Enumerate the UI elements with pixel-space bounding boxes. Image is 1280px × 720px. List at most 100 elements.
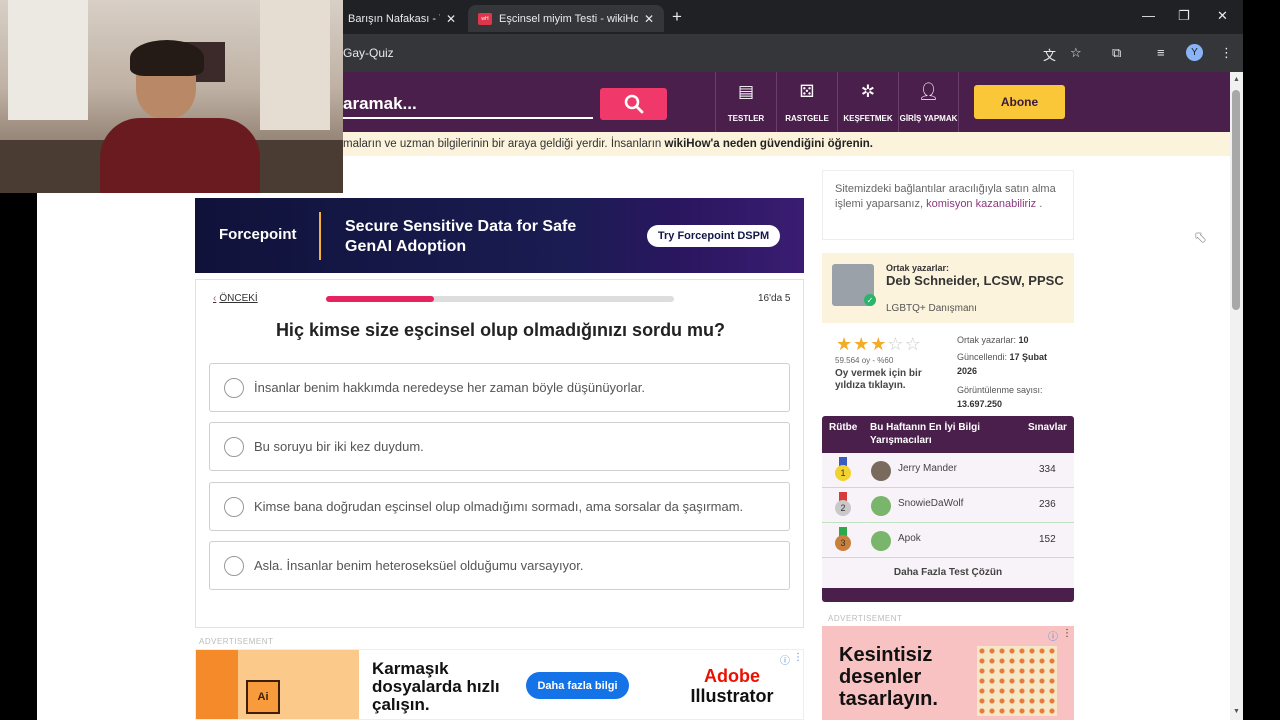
- answer-option[interactable]: Kimse bana doğrudan eşcinsel olup olmadı…: [209, 482, 790, 531]
- medal-rank: 1: [835, 465, 851, 481]
- stat-coauthors: Ortak yazarlar: 10: [957, 333, 1067, 347]
- nav-random[interactable]: ⚄ RASTGELE: [776, 72, 837, 132]
- affiliate-notice: Sitemizdeki bağlantılar aracılığıyla sat…: [822, 170, 1074, 240]
- ad-banner-top[interactable]: Forcepoint Secure Sensitive Data for Saf…: [195, 198, 804, 273]
- radio-button[interactable]: [224, 555, 244, 576]
- advertisement-label: ADVERTISEMENT: [199, 637, 274, 646]
- restore-icon[interactable]: ❐: [1178, 8, 1190, 24]
- right-margin: [1243, 0, 1280, 720]
- leaderboard-row[interactable]: 2 SnowieDaWolf 236: [822, 488, 1074, 523]
- rating-count: 59.564 oy - %60: [835, 356, 894, 365]
- affiliate-link[interactable]: komisyon kazanabiliriz: [926, 198, 1036, 210]
- close-icon[interactable]: ✕: [446, 12, 456, 26]
- ad-divider: [319, 212, 321, 260]
- nav-explore[interactable]: ✲ KEŞFETMEK: [837, 72, 898, 132]
- star-icon[interactable]: ★: [853, 334, 870, 354]
- star-icon[interactable]: ★: [836, 334, 853, 354]
- stat-updated: Güncellendi: 17 Şubat 2026: [957, 350, 1067, 378]
- verified-check-icon: ✓: [864, 294, 876, 306]
- gold-medal-icon: 1: [835, 457, 851, 483]
- stat-label: Güncellendi:: [957, 352, 1010, 362]
- leader-name[interactable]: SnowieDaWolf: [898, 498, 963, 509]
- answer-text: Asla. İnsanlar benim heteroseksüel olduğ…: [254, 558, 584, 573]
- scrollbar[interactable]: ▲ ▼: [1230, 72, 1243, 720]
- subscribe-button[interactable]: Abone: [974, 85, 1065, 119]
- compass-icon: ✲: [860, 82, 876, 101]
- answer-text: İnsanlar benim hakkımda neredeyse her za…: [254, 380, 645, 395]
- ad-banner-right[interactable]: Kesintisiz desenler tasarlayın. ⓘ ⋮: [822, 626, 1074, 720]
- search-button[interactable]: [600, 88, 667, 120]
- author-name[interactable]: Deb Schneider, LCSW, PPSC: [886, 273, 1066, 288]
- answer-option[interactable]: İnsanlar benim hakkımda neredeyse her za…: [209, 363, 790, 412]
- menu-kebab-icon[interactable]: ⋮: [1220, 45, 1233, 61]
- advertisement-label: ADVERTISEMENT: [828, 614, 903, 623]
- silver-medal-icon: 2: [835, 492, 851, 518]
- webcam-curtain: [260, 0, 330, 130]
- leaderboard-col-rank: Rütbe: [829, 422, 858, 433]
- media-icon[interactable]: ≡: [1157, 45, 1165, 60]
- ad-menu-icon[interactable]: ⋮: [1062, 628, 1072, 639]
- tab-title: Barışın Nafakası - Yo: [348, 12, 440, 25]
- progress-bar: [326, 296, 674, 302]
- progress-fill: [326, 296, 434, 302]
- star-icon[interactable]: ☆: [905, 334, 922, 354]
- scroll-up-icon[interactable]: ▲: [1233, 76, 1240, 83]
- leaderboard: Rütbe Bu Haftanın En İyi Bilgi Yarışmacı…: [822, 416, 1074, 602]
- radio-button[interactable]: [224, 436, 244, 457]
- nav-label: RASTGELE: [785, 114, 829, 123]
- ad-info-icon[interactable]: ⓘ: [780, 652, 790, 667]
- answer-text: Bu soruyu bir iki kez duydum.: [254, 439, 424, 454]
- previous-link[interactable]: ‹ ÖNCEKİ: [213, 293, 258, 304]
- radio-button[interactable]: [224, 496, 244, 517]
- leader-name[interactable]: Jerry Mander: [898, 463, 957, 474]
- nav-login[interactable]: 👤︎ GİRİŞ YAPMAK: [898, 72, 959, 132]
- nav-label: TESTLER: [727, 114, 765, 123]
- leaderboard-row[interactable]: 3 Apok 152: [822, 523, 1074, 558]
- stat-value: 13.697.250: [957, 399, 1003, 409]
- ad-brand-line: Adobe: [704, 666, 760, 686]
- search-input[interactable]: aramak...: [343, 94, 417, 114]
- avatar: [871, 531, 891, 551]
- new-tab-icon[interactable]: +: [672, 7, 682, 27]
- trust-link[interactable]: wikiHow'a neden güvendiğini öğrenin.: [665, 138, 873, 150]
- ad-cta-button[interactable]: Daha fazla bilgi: [526, 672, 629, 699]
- star-icon[interactable]: ☆: [887, 334, 904, 354]
- affiliate-end: .: [1036, 198, 1043, 210]
- profile-avatar[interactable]: Y: [1186, 44, 1203, 61]
- stat-label: Ortak yazarlar:: [957, 335, 1019, 345]
- leader-name[interactable]: Apok: [898, 533, 921, 544]
- leaderboard-row[interactable]: 1 Jerry Mander 334: [822, 453, 1074, 488]
- bookmark-star-icon[interactable]: ☆: [1070, 45, 1082, 61]
- ad-menu-icon[interactable]: ⋮: [793, 652, 803, 663]
- scroll-down-icon[interactable]: ▼: [1233, 708, 1240, 715]
- ad-banner-bottom[interactable]: Ai Karmaşık dosyalarda hızlı çalışın. Da…: [195, 649, 804, 720]
- person-hair: [130, 40, 204, 76]
- leader-score: 334: [1039, 464, 1056, 475]
- ad-brand: Adobe Illustrator: [682, 666, 782, 706]
- extensions-icon[interactable]: ⧉: [1112, 45, 1121, 61]
- author-title: LGBTQ+ Danışmanı: [886, 303, 977, 314]
- star-rating[interactable]: ★★★☆☆: [836, 334, 922, 355]
- webcam-person: [100, 40, 260, 193]
- minimize-icon[interactable]: —: [1142, 8, 1155, 23]
- tab-active[interactable]: wH Eşcinsel miyim Testi - wikiHow ✕: [468, 5, 664, 32]
- close-icon[interactable]: ✕: [644, 12, 654, 26]
- answer-option[interactable]: Bu soruyu bir iki kez duydum.: [209, 422, 790, 471]
- star-icon[interactable]: ★: [870, 334, 887, 354]
- window-close-icon[interactable]: ✕: [1217, 8, 1228, 24]
- answer-option[interactable]: Asla. İnsanlar benim heteroseksüel olduğ…: [209, 541, 790, 590]
- url-field[interactable]: Gay-Quiz: [343, 46, 394, 60]
- quiz-icon: ▤: [737, 82, 755, 101]
- radio-button[interactable]: [224, 377, 244, 398]
- illustrator-logo-icon: Ai: [246, 680, 280, 714]
- scrollbar-thumb[interactable]: [1232, 90, 1240, 310]
- more-quizzes-link[interactable]: Daha Fazla Test Çözün: [822, 562, 1074, 588]
- trust-text-body: maların ve uzman bilgilerinin bir araya …: [343, 138, 665, 150]
- nav-tests[interactable]: ▤ TESTLER: [715, 72, 776, 132]
- nav-label: GİRİŞ YAPMAK: [899, 114, 958, 123]
- translate-icon[interactable]: 文: [1043, 45, 1056, 64]
- ad-cta-button[interactable]: Try Forcepoint DSPM: [647, 225, 780, 247]
- screen: Barışın Nafakası - Yo ✕ wH Eşcinsel miyi…: [0, 0, 1280, 720]
- ad-info-icon[interactable]: ⓘ: [1048, 628, 1058, 643]
- tab-inactive[interactable]: Barışın Nafakası - Yo ✕: [338, 5, 466, 32]
